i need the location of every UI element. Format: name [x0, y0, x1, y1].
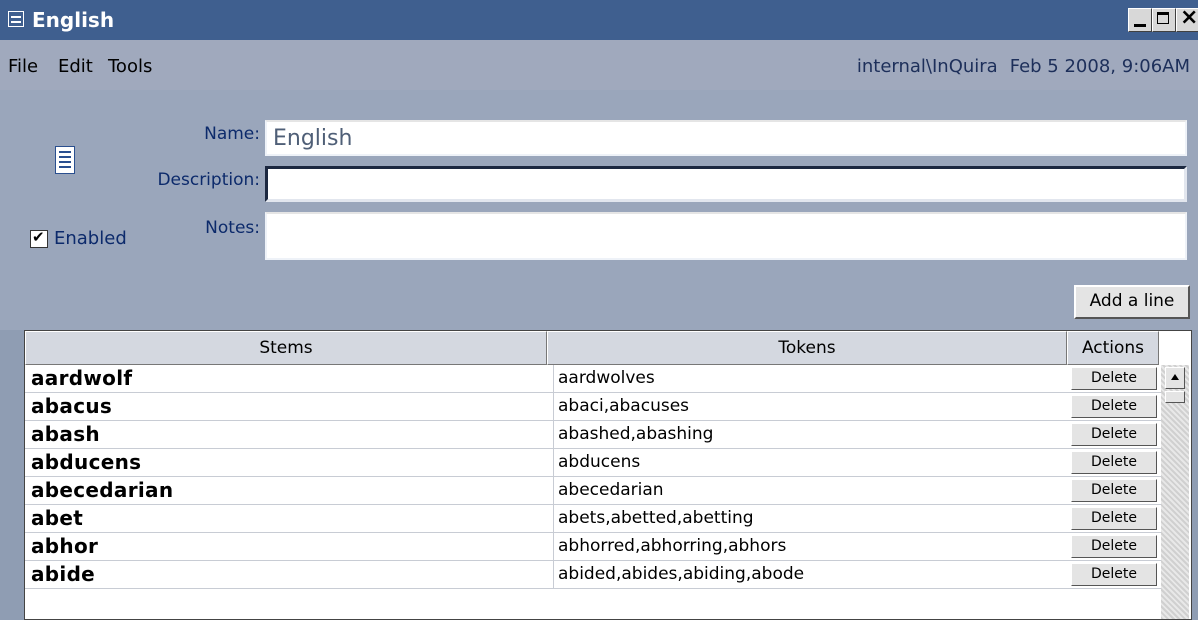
stem-cell[interactable]: abecedarian	[31, 477, 541, 504]
stems-table: Stems Tokens Actions aardwolf aardwolves…	[24, 330, 1192, 620]
delete-button[interactable]: Delete	[1071, 507, 1157, 530]
minimize-button[interactable]	[1128, 8, 1152, 32]
table-row[interactable]: abash abashed,abashing Delete	[25, 421, 1161, 449]
delete-button[interactable]: Delete	[1071, 535, 1157, 558]
tokens-cell[interactable]: abets,abetted,abetting	[553, 505, 1066, 532]
enabled-label: Enabled	[54, 228, 127, 249]
delete-button[interactable]: Delete	[1071, 395, 1157, 418]
description-field[interactable]	[265, 166, 1187, 202]
table-row[interactable]: abide abided,abides,abiding,abode Delete	[25, 561, 1161, 589]
table-row[interactable]: abducens abducens Delete	[25, 449, 1161, 477]
column-header-stems[interactable]: Stems	[25, 331, 547, 365]
scroll-up-arrow-icon[interactable]	[1165, 367, 1185, 389]
stem-cell[interactable]: abducens	[31, 449, 541, 476]
table-row[interactable]: abacus abaci,abacuses Delete	[25, 393, 1161, 421]
tokens-cell[interactable]: abashed,abashing	[553, 421, 1066, 448]
tokens-cell[interactable]: abided,abides,abiding,abode	[553, 561, 1066, 588]
table-row[interactable]: abet abets,abetted,abetting Delete	[25, 505, 1161, 533]
delete-button[interactable]: Delete	[1071, 367, 1157, 390]
properties-form: Name: Description: Notes: Enabled Add a …	[0, 90, 1198, 330]
scroll-thumb[interactable]	[1165, 391, 1185, 403]
table-row[interactable]: aardwolf aardwolves Delete	[25, 365, 1161, 393]
tokens-cell[interactable]: aardwolves	[553, 365, 1066, 392]
checkbox-checked-icon[interactable]	[30, 228, 48, 248]
menu-edit[interactable]: Edit	[58, 56, 93, 77]
notes-label: Notes:	[205, 218, 260, 238]
name-label: Name:	[204, 124, 260, 144]
delete-button[interactable]: Delete	[1071, 479, 1157, 502]
notes-input[interactable]	[267, 214, 1189, 262]
current-user: internal\InQuira	[856, 56, 998, 77]
menu-bar: File Edit Tools internal\InQuira Feb 5 20…	[0, 40, 1198, 90]
window-title: English	[32, 8, 115, 32]
list-document-icon	[55, 146, 75, 174]
table-row[interactable]: abhor abhorred,abhorring,abhors Delete	[25, 533, 1161, 561]
stem-cell[interactable]: abet	[31, 505, 541, 532]
status-info: internal\InQuira Feb 5 2008, 9:06AM	[857, 56, 1190, 77]
title-bar[interactable]: English	[0, 0, 1198, 41]
description-label: Description:	[157, 170, 260, 190]
delete-button[interactable]: Delete	[1071, 451, 1157, 474]
menu-file[interactable]: File	[8, 56, 38, 77]
table-body: aardwolf aardwolves Delete abacus abaci,…	[25, 365, 1161, 589]
maximize-button[interactable]	[1152, 8, 1176, 32]
menu-tools[interactable]: Tools	[108, 56, 152, 77]
tokens-cell[interactable]: abhorred,abhorring,abhors	[553, 533, 1066, 560]
name-field[interactable]	[265, 120, 1187, 156]
stem-cell[interactable]: abide	[31, 561, 541, 588]
close-button[interactable]	[1176, 5, 1198, 32]
description-input[interactable]	[268, 169, 1184, 199]
delete-button[interactable]: Delete	[1071, 563, 1157, 586]
table-row[interactable]: abecedarian abecedarian Delete	[25, 477, 1161, 505]
stem-cell[interactable]: abhor	[31, 533, 541, 560]
last-modified-timestamp: Feb 5 2008, 9:06AM	[1009, 56, 1190, 77]
stem-cell[interactable]: aardwolf	[31, 365, 541, 392]
enabled-checkbox[interactable]: Enabled	[30, 228, 127, 249]
stem-cell[interactable]: abash	[31, 421, 541, 448]
column-header-tokens[interactable]: Tokens	[547, 331, 1067, 365]
window-list-icon	[8, 11, 24, 27]
add-line-button[interactable]: Add a line	[1074, 285, 1190, 319]
notes-field[interactable]	[265, 212, 1189, 262]
tokens-cell[interactable]: abducens	[553, 449, 1066, 476]
delete-button[interactable]: Delete	[1071, 423, 1157, 446]
name-input[interactable]	[267, 122, 1185, 154]
tokens-cell[interactable]: abaci,abacuses	[553, 393, 1066, 420]
tokens-cell[interactable]: abecedarian	[553, 477, 1066, 504]
vertical-scrollbar[interactable]	[1161, 365, 1189, 619]
stem-cell[interactable]: abacus	[31, 393, 541, 420]
column-header-actions[interactable]: Actions	[1067, 331, 1159, 365]
